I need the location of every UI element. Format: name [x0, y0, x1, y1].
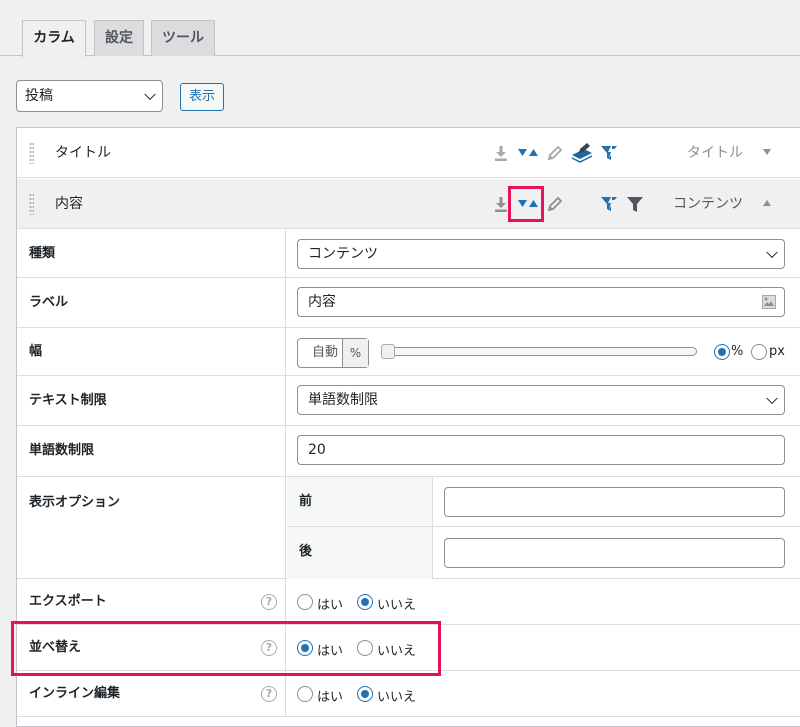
smart-filter-icon: [601, 144, 617, 160]
image-icon[interactable]: [762, 295, 776, 309]
setting-row-export: エクスポート ? はい いいえ: [17, 579, 800, 625]
setting-label: 単語数制限: [17, 426, 286, 476]
edit-icon: [547, 196, 563, 212]
setting-label: テキスト制限: [17, 376, 286, 425]
setting-label: ラベル: [17, 278, 286, 327]
unit-percent-radio[interactable]: [714, 344, 730, 360]
type-select[interactable]: コンテンツ: [297, 239, 785, 269]
download-icon: [495, 146, 507, 161]
setting-row-word-limit: 単語数制限 20: [17, 426, 800, 477]
setting-row-width: 幅 自動 % % px: [17, 328, 800, 376]
highlight-sorting-row: [11, 621, 441, 676]
tab-bar: カラム 設定 ツール: [0, 0, 800, 57]
drag-handle-icon[interactable]: [29, 193, 34, 215]
bulk-edit-icon: [571, 143, 593, 163]
setting-row-text-limit: テキスト制限 単語数制限: [17, 376, 800, 426]
export-yes-label: はい: [317, 598, 344, 613]
inline-edit-yes-radio[interactable]: [297, 686, 313, 702]
inline-edit-yes-label: はい: [317, 690, 344, 705]
export-no-radio[interactable]: [357, 594, 373, 610]
sort-icon: [518, 149, 538, 156]
column-type: タイトル: [687, 145, 743, 161]
word-limit-input[interactable]: 20: [297, 435, 785, 465]
unit-percent-label: %: [731, 344, 744, 359]
setting-row-label: ラベル 内容: [17, 278, 800, 328]
width-input[interactable]: 自動 %: [297, 338, 369, 368]
column-header-title[interactable]: タイトル タイトル: [17, 128, 800, 178]
chevron-down-icon: [144, 88, 156, 101]
type-select-value: コンテンツ: [308, 246, 378, 262]
smart-filter-icon: [601, 195, 617, 211]
tab-columns[interactable]: カラム: [22, 20, 86, 57]
post-type-select-value: 投稿: [25, 88, 53, 104]
drag-handle-icon[interactable]: [29, 142, 34, 164]
post-type-select[interactable]: 投稿: [16, 80, 163, 112]
column-type: コンテンツ: [673, 196, 743, 212]
highlight-sort-icon: [508, 186, 544, 222]
setting-row-inline-edit: インライン編集 ? はい いいえ: [17, 671, 800, 717]
column-header-content[interactable]: 内容 コンテンツ: [17, 179, 800, 229]
before-label: 前: [287, 477, 433, 527]
width-unit-label: %: [342, 339, 368, 367]
help-icon[interactable]: ?: [261, 686, 277, 702]
setting-label: 表示オプション: [17, 477, 286, 578]
divider: [433, 526, 800, 527]
tab-settings[interactable]: 設定: [94, 20, 144, 56]
unit-px-radio[interactable]: [751, 344, 767, 360]
column-label[interactable]: 内容: [55, 179, 83, 229]
text-limit-select-value: 単語数制限: [308, 392, 378, 408]
tab-tools[interactable]: ツール: [151, 20, 215, 56]
label-input-value: 内容: [308, 294, 336, 310]
width-input-value: 自動: [312, 345, 339, 360]
setting-label: 種類: [17, 230, 286, 277]
label-input[interactable]: 内容: [297, 287, 785, 317]
inline-edit-no-radio[interactable]: [357, 686, 373, 702]
expand-toggle-icon[interactable]: [763, 149, 771, 155]
setting-label: 幅: [17, 328, 286, 375]
setting-row-display-options: 表示オプション 前 後: [17, 477, 800, 579]
width-slider-handle[interactable]: [381, 344, 395, 359]
word-limit-input-value: 20: [308, 442, 326, 458]
export-yes-radio[interactable]: [297, 594, 313, 610]
chevron-down-icon: [766, 392, 778, 405]
filter-icon: [627, 197, 643, 212]
setting-label: エクスポート: [17, 579, 286, 624]
collapse-toggle-icon[interactable]: [763, 200, 771, 206]
setting-label: インライン編集: [17, 671, 286, 716]
edit-icon: [547, 145, 563, 161]
text-limit-select[interactable]: 単語数制限: [297, 385, 785, 415]
chevron-down-icon: [766, 246, 778, 259]
inline-edit-no-label: いいえ: [377, 690, 417, 705]
after-input[interactable]: [444, 538, 785, 568]
width-slider[interactable]: [381, 344, 697, 359]
unit-px-label: px: [769, 344, 785, 359]
before-input[interactable]: [444, 487, 785, 517]
setting-row-type: 種類 コンテンツ: [17, 230, 800, 278]
column-label[interactable]: タイトル: [55, 128, 111, 178]
help-icon[interactable]: ?: [261, 594, 277, 610]
show-button[interactable]: 表示: [180, 83, 224, 111]
after-label: 後: [287, 527, 433, 579]
export-no-label: いいえ: [377, 598, 417, 613]
